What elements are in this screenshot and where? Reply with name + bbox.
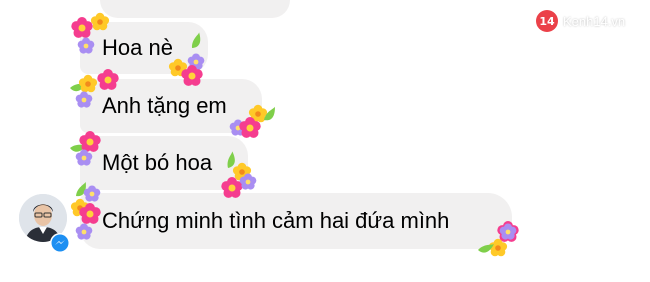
message-thread: Hoa nè Anh tặng em Một bó hoa Chứng minh… — [0, 0, 650, 282]
message-text: Hoa nè — [102, 35, 173, 60]
watermark-text: Kenh14.vn — [563, 13, 626, 29]
messenger-icon — [51, 234, 69, 252]
messenger-badge — [50, 233, 70, 253]
kenh14-logo-icon: 14 — [536, 10, 558, 32]
kenh14-watermark: 14 Kenh14.vn — [536, 8, 642, 34]
message-text: Chứng minh tình cảm hai đứa mình — [102, 208, 450, 233]
message-bubble[interactable]: Một bó hoa — [80, 136, 248, 190]
message-text: Một bó hoa — [102, 150, 213, 175]
message-bubble[interactable]: Hoa nè — [80, 22, 208, 74]
message-text: Anh tặng em — [102, 93, 227, 118]
previous-message-bubble — [100, 0, 290, 18]
message-bubble[interactable]: Anh tặng em — [80, 79, 262, 133]
message-bubble[interactable]: Chứng minh tình cảm hai đứa mình — [80, 193, 512, 249]
